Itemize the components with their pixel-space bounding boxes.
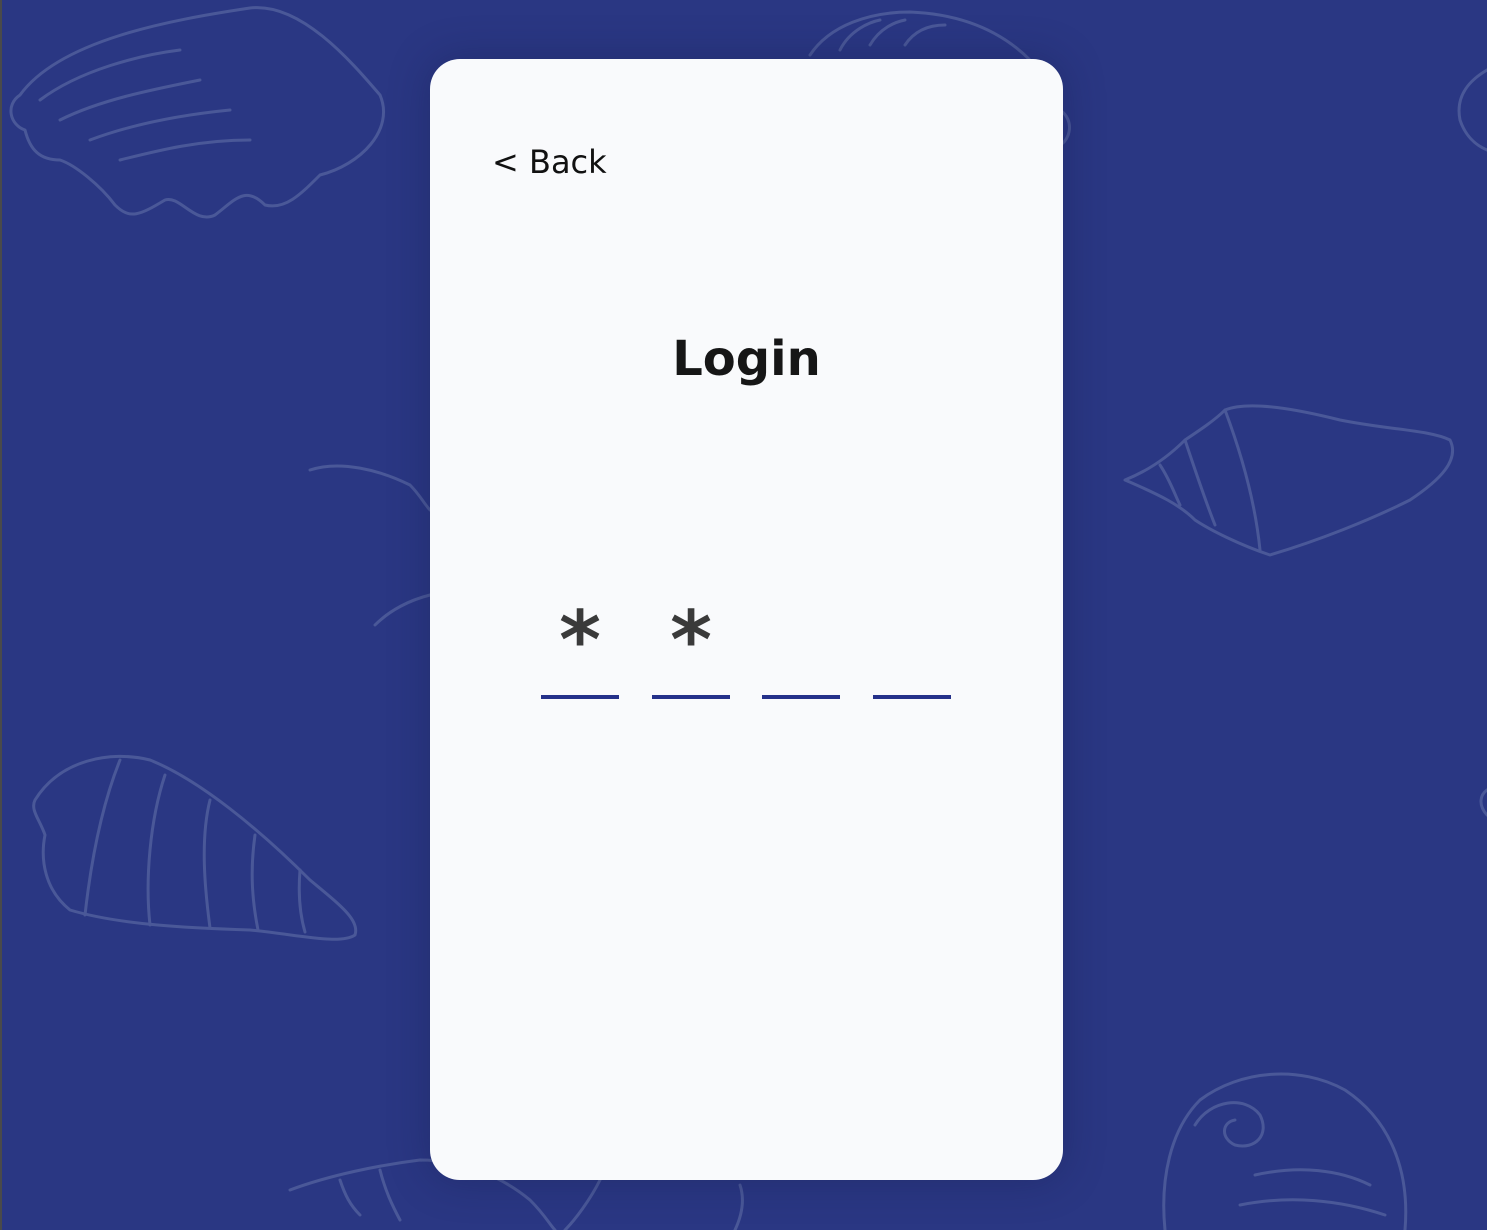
- login-card: < Back Login * *: [430, 59, 1063, 1180]
- shell-decoration-icon: [32, 754, 358, 941]
- pin-digit-underline: [541, 695, 619, 699]
- pin-digit-1[interactable]: *: [541, 589, 619, 699]
- shell-decoration-icon: [9, 6, 386, 219]
- pin-digit-2[interactable]: *: [652, 589, 730, 699]
- pin-digit-value: *: [670, 594, 712, 687]
- shell-decoration-icon: [1162, 1072, 1408, 1230]
- pin-digit-underline: [652, 695, 730, 699]
- page-title: Login: [672, 331, 821, 387]
- shell-decoration-icon: [1123, 404, 1455, 557]
- pin-input[interactable]: * *: [541, 589, 961, 699]
- back-button[interactable]: < Back: [492, 143, 607, 181]
- shell-decoration-icon: [308, 464, 432, 627]
- pin-digit-3[interactable]: [762, 589, 840, 699]
- pin-digit-value: *: [559, 594, 601, 687]
- pin-digit-4[interactable]: [873, 589, 951, 699]
- shell-decoration-icon: [1479, 788, 1487, 817]
- pin-digit-underline: [762, 695, 840, 699]
- pin-digit-underline: [873, 695, 951, 699]
- shell-decoration-icon: [1457, 68, 1487, 152]
